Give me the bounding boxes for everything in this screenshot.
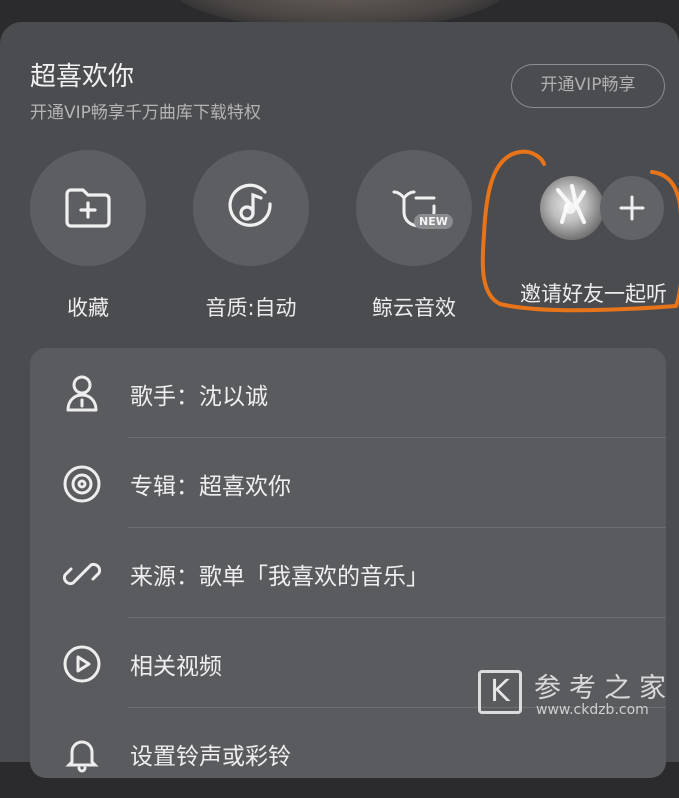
album-disc-icon bbox=[63, 465, 101, 503]
play-video-icon bbox=[63, 645, 101, 683]
sound-effect-label: 鲸云音效 bbox=[372, 296, 456, 320]
song-title: 超喜欢你 bbox=[30, 62, 135, 92]
new-badge: NEW bbox=[414, 214, 453, 229]
invite-plus-button[interactable] bbox=[600, 176, 664, 240]
album-row[interactable]: 专辑：超喜欢你 bbox=[30, 438, 666, 528]
collect-label: 收藏 bbox=[67, 296, 109, 320]
artist-text: 歌手：沈以诚 bbox=[130, 384, 268, 410]
quality-action[interactable]: 音质:自动 bbox=[191, 150, 311, 322]
collect-circle[interactable] bbox=[30, 150, 146, 266]
plus-icon bbox=[619, 195, 645, 221]
sound-effect-circle[interactable]: NEW bbox=[356, 150, 472, 266]
source-text: 来源：歌单「我喜欢的音乐」 bbox=[130, 564, 429, 590]
music-note-icon bbox=[228, 183, 272, 227]
friend-avatar bbox=[540, 176, 604, 240]
related-video-text: 相关视频 bbox=[130, 654, 222, 680]
artist-row[interactable]: 歌手：沈以诚 bbox=[30, 348, 666, 438]
watermark-name: 参考之家 bbox=[534, 673, 674, 704]
vip-promo-text: 开通VIP畅享千万曲库下载特权 bbox=[30, 103, 261, 123]
link-icon bbox=[62, 562, 102, 586]
collect-action[interactable]: 收藏 bbox=[28, 150, 148, 322]
quality-circle[interactable] bbox=[193, 150, 309, 266]
invite-label: 邀请好友一起听 bbox=[520, 282, 667, 306]
source-row[interactable]: 来源：歌单「我喜欢的音乐」 bbox=[30, 528, 666, 618]
person-icon bbox=[66, 375, 98, 412]
album-text: 专辑：超喜欢你 bbox=[130, 474, 291, 500]
watermark-url: www.ckdzb.com bbox=[536, 702, 649, 718]
folder-plus-icon bbox=[65, 188, 111, 228]
quality-label: 音质:自动 bbox=[205, 296, 297, 320]
song-action-sheet: 超喜欢你 开通VIP畅享千万曲库下载特权 开通VIP畅享 收藏 音质:自动 NE… bbox=[0, 22, 679, 778]
watermark-logo: K bbox=[478, 670, 522, 714]
ringtone-text: 设置铃声或彩铃 bbox=[130, 744, 291, 770]
bell-icon bbox=[65, 740, 99, 773]
watermark: K 参考之家 www.ckdzb.com bbox=[472, 664, 679, 724]
vip-button[interactable]: 开通VIP畅享 bbox=[511, 64, 665, 108]
sound-effect-action[interactable]: NEW 鲸云音效 bbox=[354, 150, 474, 322]
